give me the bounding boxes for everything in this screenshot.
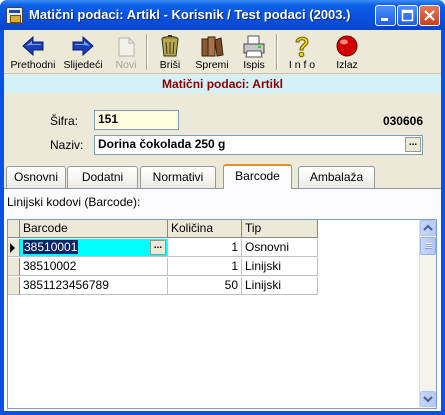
vertical-scrollbar[interactable] [419,220,436,408]
exit-red-ball-icon [336,35,358,57]
tab-ambalaza[interactable]: Ambalaža [298,166,375,188]
toolbar: Prethodni Slijedeći Novi Briši Spremi Is… [4,30,441,74]
tab-barcode[interactable]: Barcode [223,164,292,189]
arrow-right-icon [72,35,94,57]
table-cell-kolicina[interactable]: 50 [168,277,242,295]
prethodni-button[interactable]: Prethodni [6,31,60,73]
table-cell-barcode[interactable]: 38510002 [20,258,168,276]
naziv-lookup-button[interactable]: ... [405,137,421,152]
spremi-button[interactable]: Spremi [192,31,232,73]
maximize-button[interactable] [397,5,418,26]
maximize-icon [401,9,414,22]
brisi-button[interactable]: Briši [152,31,188,73]
column-header-kolicina[interactable]: Količina [168,220,242,238]
scroll-up-button[interactable] [420,220,436,236]
trash-bin-icon [161,35,179,57]
scroll-thumb[interactable] [420,237,436,255]
chevron-down-icon [423,396,433,403]
naziv-label: Naziv: [50,138,84,152]
current-row-arrow-icon [10,243,15,253]
tab-strip: Osnovni Dodatni Normativi Barcode Ambala… [4,163,441,189]
info-button[interactable]: I n f o [284,31,320,73]
column-header-tip[interactable]: Tip [242,220,318,238]
arrow-left-icon [22,35,44,57]
new-document-icon [118,37,135,57]
client-area: Prethodni Slijedeći Novi Briši Spremi Is… [4,30,441,411]
form-header: Matični podaci: Artikl [4,75,441,93]
minimize-icon [381,18,388,21]
form-area: Šifra: 151 030606 Naziv: Dorina čokolada… [4,93,441,163]
minimize-button[interactable] [375,5,396,26]
column-header-barcode[interactable]: Barcode [20,220,168,238]
save-books-icon [201,36,224,57]
grid-caption: Linijski kodovi (Barcode): [7,195,141,209]
row-indicator-current[interactable] [8,239,20,257]
tab-normativi[interactable]: Normativi [140,166,216,188]
main-window: Matični podaci: Artikl - Korisnik / Test… [0,0,445,415]
window-title: Matični podaci: Artikl - Korisnik / Test… [29,7,351,22]
table-cell-barcode[interactable]: 38510001 ... [20,239,168,257]
table-cell-kolicina[interactable]: 1 [168,239,242,257]
article-code: 030606 [382,114,423,128]
title-bar[interactable]: Matični podaci: Artikl - Korisnik / Test… [0,0,445,30]
table-cell-kolicina[interactable]: 1 [168,258,242,276]
app-icon[interactable] [6,7,23,24]
naziv-field[interactable]: Dorina čokolada 250 g ... [94,135,423,155]
novi-button[interactable]: Novi [110,31,142,73]
row-indicator[interactable] [8,277,20,295]
help-question-icon [295,36,309,58]
tab-osnovni[interactable]: Osnovni [6,166,66,188]
close-button[interactable] [419,5,440,26]
row-indicator[interactable] [8,258,20,276]
table-cell-barcode[interactable]: 3851123456789 [20,277,168,295]
barcode-lookup-button[interactable]: ... [150,240,166,255]
chevron-up-icon [423,224,433,231]
close-icon [424,10,435,21]
toolbar-separator [146,34,148,70]
sifra-label: Šifra: [50,114,79,128]
toolbar-separator [276,34,278,70]
table-cell-tip[interactable]: Linijski [242,258,318,276]
barcode-grid[interactable]: Barcode Količina Tip 38510001 ... 1 Osno… [7,219,437,409]
ispis-button[interactable]: Ispis [236,31,272,73]
table-cell-tip[interactable]: Linijski [242,277,318,295]
table-cell-tip[interactable]: Osnovni [242,239,318,257]
tab-dodatni[interactable]: Dodatni [67,166,138,188]
scroll-down-button[interactable] [420,391,436,407]
sifra-field[interactable]: 151 [94,110,179,130]
printer-icon [243,35,265,58]
izlaz-button[interactable]: Izlaz [328,31,366,73]
grid-corner [8,220,20,238]
barcode-panel: Linijski kodovi (Barcode): Barcode Količ… [4,189,441,411]
slijedeci-button[interactable]: Slijedeći [60,31,106,73]
